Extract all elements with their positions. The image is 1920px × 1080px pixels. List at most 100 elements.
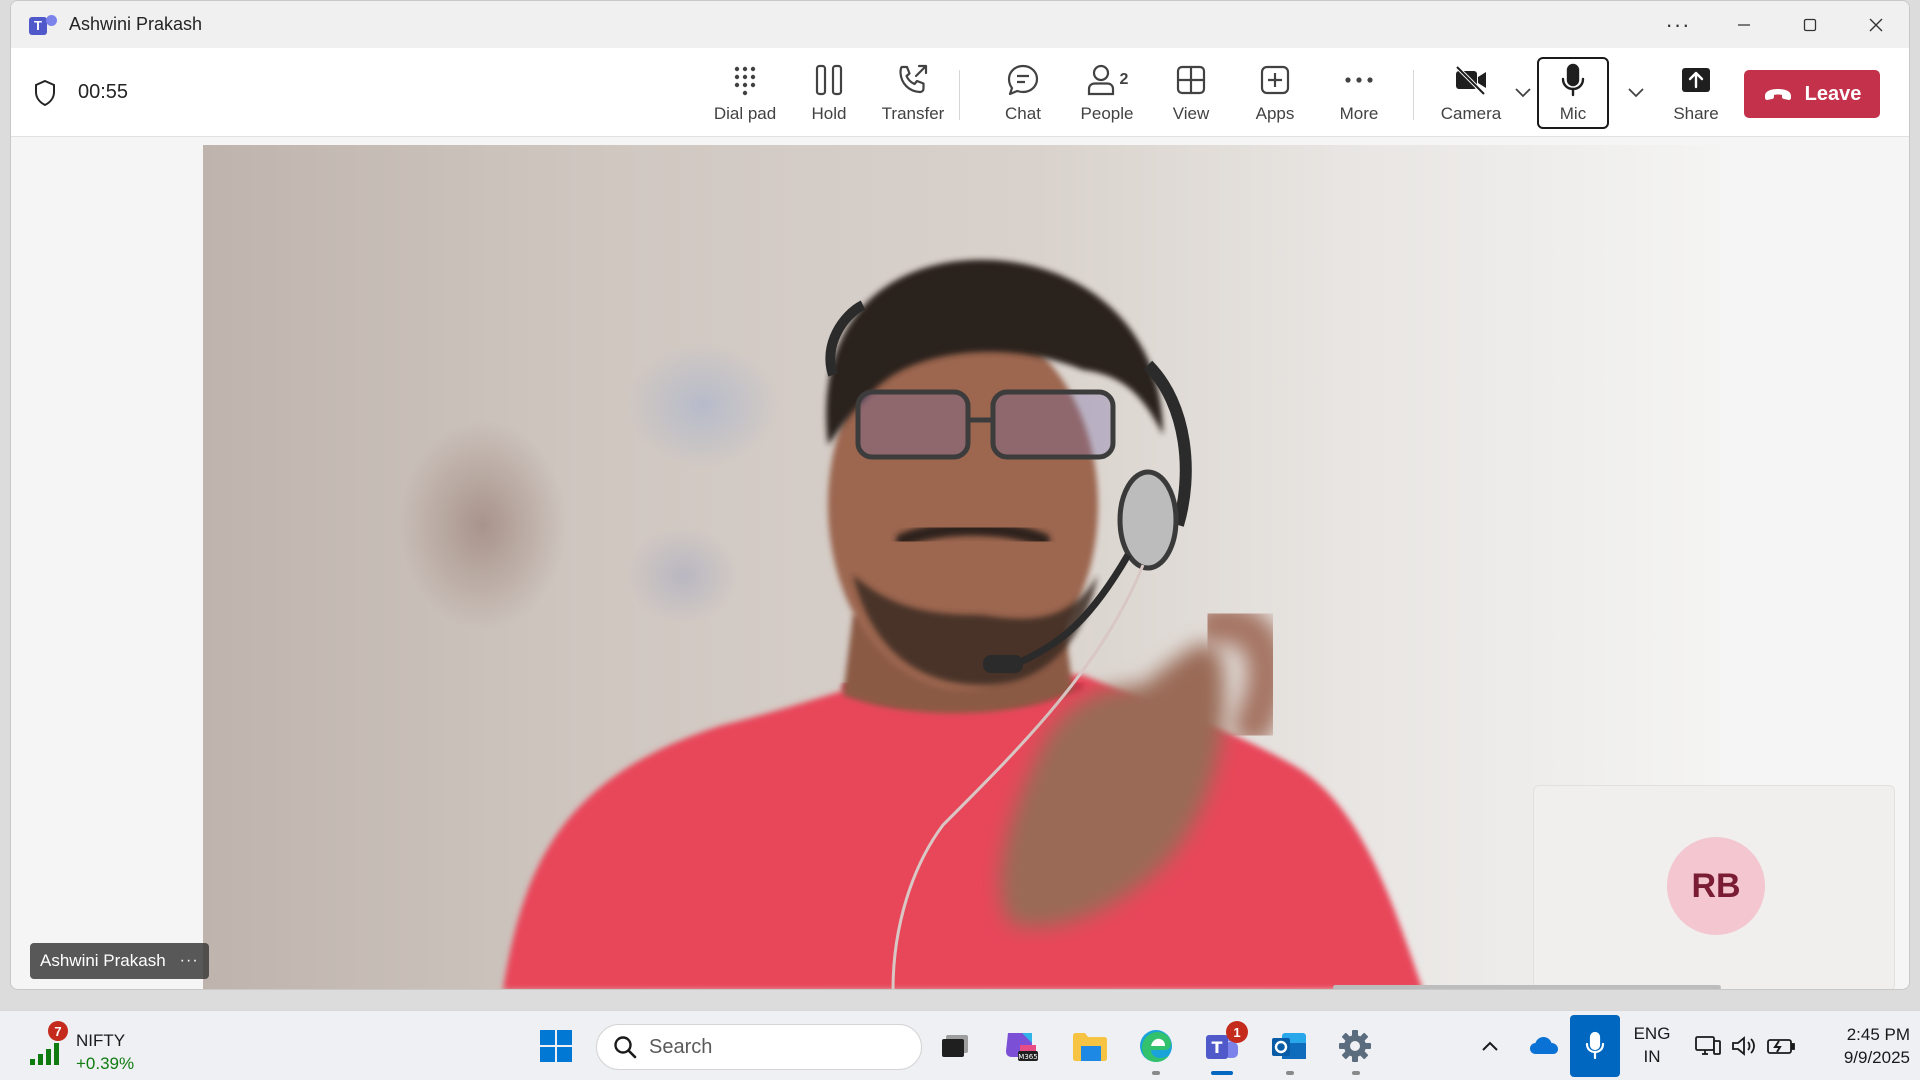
windows-logo-icon xyxy=(540,1030,572,1062)
call-toolbar: 00:55 Dial pad Hold Transfer Chat 2 Peop… xyxy=(11,48,1909,137)
search-icon xyxy=(614,1036,637,1059)
microphone-icon xyxy=(1555,62,1591,98)
taskbar-clock[interactable]: 2:45 PM 9/9/2025 xyxy=(1800,1023,1910,1069)
toolbar-divider xyxy=(1413,70,1414,120)
camera-options-chevron-down-icon[interactable] xyxy=(1512,82,1534,104)
stock-chart-icon xyxy=(30,1043,59,1065)
stock-widget[interactable]: 7 NIFTY +0.39% xyxy=(28,1021,168,1073)
teams-running-indicator xyxy=(1211,1071,1233,1075)
shield-icon xyxy=(35,79,55,106)
self-video-tile[interactable]: RB xyxy=(1533,785,1895,989)
participant-name: Ashwini Prakash xyxy=(40,951,166,970)
participant-more-icon[interactable]: ··· xyxy=(180,952,199,970)
settings-app[interactable] xyxy=(1332,1023,1378,1069)
share-screen-icon xyxy=(1678,62,1714,98)
battery-charging-icon xyxy=(1767,1039,1795,1054)
clock-date: 9/9/2025 xyxy=(1843,1048,1910,1067)
battery-tray[interactable] xyxy=(1764,1023,1798,1069)
title-more-icon[interactable]: ··· xyxy=(1645,1,1711,48)
call-duration: 00:55 xyxy=(78,81,129,103)
call-transfer-icon xyxy=(895,62,931,98)
hold-button[interactable]: Hold xyxy=(787,62,871,128)
file-explorer-app[interactable] xyxy=(1067,1023,1113,1069)
onedrive-tray[interactable] xyxy=(1524,1023,1564,1069)
m365-copilot-icon: M365 xyxy=(1006,1033,1038,1061)
search-label: Search xyxy=(649,1035,713,1058)
edge-running-indicator xyxy=(1152,1071,1160,1075)
outlook-icon xyxy=(1272,1033,1306,1059)
window-title: Ashwini Prakash xyxy=(69,14,203,34)
phone-hangup-icon xyxy=(1764,89,1791,100)
teams-call-window: T Ashwini Prakash ··· 00:55 Dial pad Hol… xyxy=(10,0,1910,990)
transfer-label: Transfer xyxy=(881,104,945,123)
task-view-icon xyxy=(942,1035,968,1057)
participant-video-person xyxy=(503,259,1423,989)
outlook-app[interactable] xyxy=(1266,1023,1312,1069)
settings-running-indicator xyxy=(1352,1071,1360,1075)
window-controls: ··· xyxy=(1645,1,1909,48)
video-off-icon xyxy=(1453,62,1489,98)
dial-pad-label: Dial pad xyxy=(713,104,777,123)
widget-name: NIFTY xyxy=(76,1031,126,1050)
grid-view-icon xyxy=(1173,62,1209,98)
chat-bubble-icon xyxy=(1005,62,1041,98)
maximize-icon[interactable] xyxy=(1777,1,1843,48)
hold-label: Hold xyxy=(811,104,847,123)
widget-change: +0.39% xyxy=(76,1054,135,1073)
windows-taskbar: 7 NIFTY +0.39% Search M365 T 1 ENG IN 2:… xyxy=(0,1010,1920,1080)
speaker-icon xyxy=(1732,1036,1755,1056)
clock-time: 2:45 PM xyxy=(1846,1025,1910,1044)
share-label: Share xyxy=(1673,104,1719,123)
people-count: 2 xyxy=(1119,71,1129,88)
more-label: More xyxy=(1339,104,1379,123)
view-button[interactable]: View xyxy=(1149,62,1233,128)
camera-button[interactable]: Camera xyxy=(1427,62,1515,128)
m365-app[interactable]: M365 xyxy=(998,1023,1044,1069)
outlook-running-indicator xyxy=(1286,1071,1294,1075)
mic-in-use-tray[interactable] xyxy=(1570,1015,1620,1077)
participant-video[interactable] xyxy=(203,145,1720,989)
apps-button[interactable]: Apps xyxy=(1233,62,1317,128)
leave-button[interactable]: Leave xyxy=(1744,70,1880,118)
svg-text:T: T xyxy=(1212,1038,1223,1057)
mic-options-chevron-down-icon[interactable] xyxy=(1625,82,1647,104)
more-horizontal-icon xyxy=(1341,62,1377,98)
start-button[interactable] xyxy=(533,1023,579,1069)
teams-logo-icon: T xyxy=(29,13,57,37)
chat-button[interactable]: Chat xyxy=(981,62,1065,128)
region-code: IN xyxy=(1643,1047,1661,1066)
participant-name-tag[interactable]: Ashwini Prakash ··· xyxy=(30,943,209,979)
view-label: View xyxy=(1172,104,1210,123)
horizontal-scrollbar[interactable] xyxy=(1333,985,1721,989)
leave-label: Leave xyxy=(1804,82,1862,105)
dial-pad-button[interactable]: Dial pad xyxy=(703,62,787,128)
add-square-icon xyxy=(1257,62,1293,98)
person-icon: 2 xyxy=(1083,62,1131,98)
task-view-button[interactable] xyxy=(932,1023,978,1069)
mic-label: Mic xyxy=(1559,104,1587,123)
camera-label: Camera xyxy=(1440,104,1502,123)
people-button[interactable]: 2 People xyxy=(1065,62,1149,128)
show-hidden-icons-button[interactable] xyxy=(1475,1023,1505,1069)
taskbar-search[interactable]: Search xyxy=(596,1024,922,1070)
folder-icon xyxy=(1073,1033,1107,1061)
volume-tray[interactable] xyxy=(1728,1023,1760,1069)
chevron-up-icon xyxy=(1482,1041,1498,1051)
close-icon[interactable] xyxy=(1843,1,1909,48)
avatar: RB xyxy=(1667,837,1765,935)
chat-label: Chat xyxy=(1005,104,1041,123)
edge-app[interactable] xyxy=(1133,1023,1179,1069)
mic-button[interactable]: Mic xyxy=(1541,62,1605,128)
share-button[interactable]: Share xyxy=(1654,62,1738,128)
language-code: ENG xyxy=(1633,1024,1671,1043)
toolbar-divider xyxy=(959,70,960,120)
svg-text:M365: M365 xyxy=(1018,1053,1037,1061)
network-tray[interactable] xyxy=(1692,1023,1724,1069)
input-language[interactable]: ENG IN xyxy=(1628,1022,1676,1068)
gear-icon xyxy=(1339,1030,1371,1062)
minimize-icon[interactable] xyxy=(1711,1,1777,48)
more-button[interactable]: More xyxy=(1317,62,1401,128)
people-label: People xyxy=(1080,104,1134,123)
transfer-button[interactable]: Transfer xyxy=(871,62,955,128)
call-stage: Ashwini Prakash ··· RB xyxy=(11,137,1909,989)
